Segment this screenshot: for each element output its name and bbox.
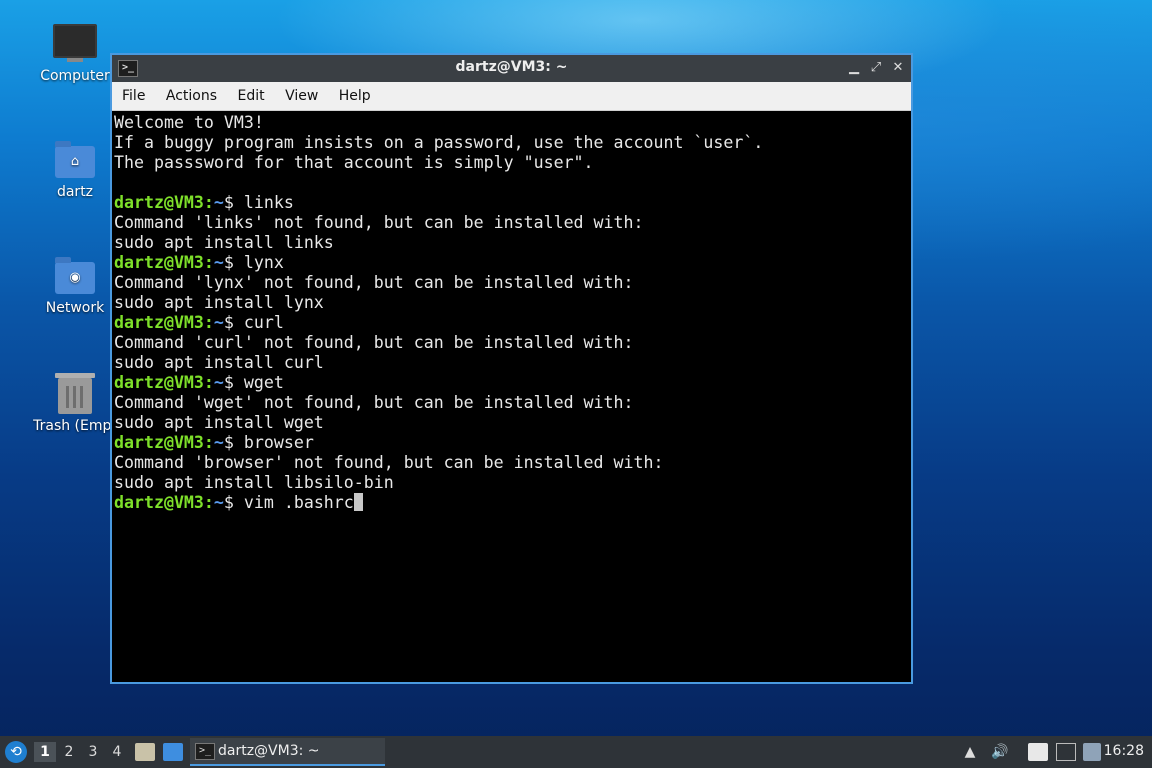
clipboard-icon[interactable] bbox=[1028, 743, 1048, 761]
terminal-prompt-line: dartz@VM3:~$ wget bbox=[114, 373, 909, 393]
minimize-button[interactable]: ▁ bbox=[845, 59, 863, 77]
taskbar: ⟲ 1 2 3 4 >_ dartz@VM3: ~ ▲ 🔊 16:28 bbox=[0, 736, 1152, 768]
file-manager-launcher-icon[interactable] bbox=[135, 743, 155, 761]
taskbar-task-terminal[interactable]: >_ dartz@VM3: ~ bbox=[190, 738, 385, 766]
terminal-output-line: sudo apt install curl bbox=[114, 353, 324, 372]
terminal-output-line: sudo apt install wget bbox=[114, 413, 324, 432]
prompt-command: $ lynx bbox=[223, 253, 284, 272]
terminal-output-line: Command 'wget' not found, but can be ins… bbox=[114, 393, 634, 412]
prompt-command: $ wget bbox=[223, 373, 284, 392]
terminal-output-line: If a buggy program insists on a password… bbox=[114, 133, 764, 152]
prompt-command: $ vim .bashrc bbox=[223, 493, 354, 512]
network-folder-icon: ◉ bbox=[55, 257, 95, 294]
workspace-3[interactable]: 3 bbox=[82, 742, 104, 762]
prompt-path: ~ bbox=[213, 313, 224, 332]
terminal-output-line: sudo apt install links bbox=[114, 233, 334, 252]
menu-view[interactable]: View bbox=[277, 82, 326, 110]
maximize-button[interactable]: ⤢ bbox=[867, 59, 885, 77]
workspace-2[interactable]: 2 bbox=[58, 742, 80, 762]
prompt-user: dartz@VM3: bbox=[114, 253, 214, 272]
workspace-4[interactable]: 4 bbox=[106, 742, 128, 762]
menu-edit[interactable]: Edit bbox=[229, 82, 272, 110]
terminal-prompt-line: dartz@VM3:~$ lynx bbox=[114, 253, 909, 273]
menu-actions[interactable]: Actions bbox=[158, 82, 225, 110]
workspace-1[interactable]: 1 bbox=[34, 742, 56, 762]
home-folder-icon: ⌂ bbox=[55, 141, 95, 178]
network-tray-icon[interactable] bbox=[1056, 743, 1076, 761]
terminal-window[interactable]: >_ dartz@VM3: ~ ▁ ⤢ ✕ File Actions Edit … bbox=[110, 53, 913, 684]
updates-tray-icon[interactable] bbox=[1083, 743, 1101, 761]
menu-help[interactable]: Help bbox=[331, 82, 379, 110]
menu-bar: File Actions Edit View Help bbox=[112, 82, 911, 111]
prompt-command: $ browser bbox=[223, 433, 314, 452]
window-title: dartz@VM3: ~ bbox=[455, 59, 568, 75]
prompt-command: $ links bbox=[223, 193, 294, 212]
terminal-prompt-line: dartz@VM3:~$ browser bbox=[114, 433, 909, 453]
terminal-output[interactable]: Welcome to VM3! If a buggy program insist… bbox=[112, 111, 911, 682]
terminal-cursor bbox=[353, 493, 363, 511]
terminal-output-line: The passsword for that account is simply… bbox=[114, 153, 594, 172]
prompt-path: ~ bbox=[213, 253, 224, 272]
terminal-prompt-line: dartz@VM3:~$ vim .bashrc bbox=[114, 493, 909, 513]
show-desktop-icon[interactable] bbox=[163, 743, 183, 761]
terminal-prompt-line: dartz@VM3:~$ links bbox=[114, 193, 909, 213]
trash-icon bbox=[55, 373, 95, 414]
computer-icon bbox=[53, 24, 97, 62]
terminal-output-line: sudo apt install lynx bbox=[114, 293, 324, 312]
close-button[interactable]: ✕ bbox=[889, 59, 907, 77]
clock[interactable]: 16:28 bbox=[1104, 743, 1144, 759]
prompt-path: ~ bbox=[213, 373, 224, 392]
terminal-output-line: sudo apt install libsilo-bin bbox=[114, 473, 394, 492]
tray-expand-icon[interactable]: ▲ bbox=[962, 743, 978, 761]
prompt-path: ~ bbox=[213, 493, 224, 512]
prompt-user: dartz@VM3: bbox=[114, 373, 214, 392]
terminal-output-line: Command 'curl' not found, but can be ins… bbox=[114, 333, 634, 352]
volume-icon[interactable]: 🔊 bbox=[990, 743, 1010, 761]
terminal-output-line: Command 'links' not found, but can be in… bbox=[114, 213, 644, 232]
terminal-task-icon: >_ bbox=[195, 743, 215, 760]
prompt-user: dartz@VM3: bbox=[114, 313, 214, 332]
start-menu-icon[interactable]: ⟲ bbox=[5, 741, 27, 763]
prompt-path: ~ bbox=[213, 433, 224, 452]
terminal-output-line: Command 'browser' not found, but can be … bbox=[114, 453, 664, 472]
prompt-user: dartz@VM3: bbox=[114, 193, 214, 212]
terminal-output-line: Command 'lynx' not found, but can be ins… bbox=[114, 273, 634, 292]
prompt-user: dartz@VM3: bbox=[114, 493, 214, 512]
task-label: dartz@VM3: ~ bbox=[218, 743, 320, 759]
menu-file[interactable]: File bbox=[112, 82, 153, 110]
prompt-command: $ curl bbox=[223, 313, 284, 332]
window-titlebar[interactable]: >_ dartz@VM3: ~ ▁ ⤢ ✕ bbox=[112, 55, 911, 82]
prompt-path: ~ bbox=[213, 193, 224, 212]
terminal-output-line: Welcome to VM3! bbox=[114, 113, 264, 132]
terminal-prompt-line: dartz@VM3:~$ curl bbox=[114, 313, 909, 333]
prompt-user: dartz@VM3: bbox=[114, 433, 214, 452]
